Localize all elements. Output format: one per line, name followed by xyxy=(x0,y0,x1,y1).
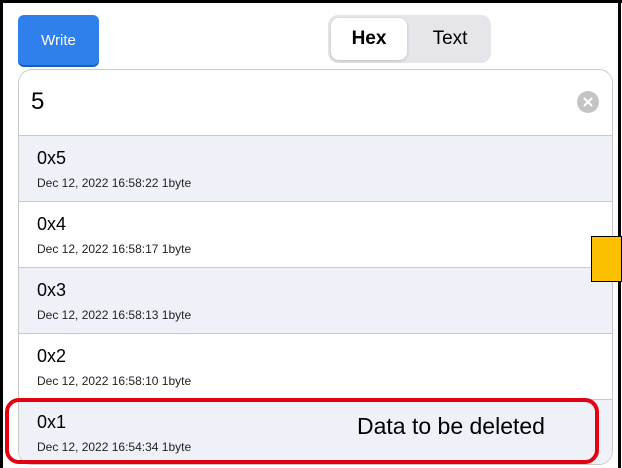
list-item-value: 0x2 xyxy=(37,346,67,366)
screenshot-frame-top xyxy=(0,0,622,3)
screenshot-frame-left xyxy=(0,0,3,468)
side-marker xyxy=(591,236,622,282)
segment-text[interactable]: Text xyxy=(412,18,488,60)
list-item-meta: Dec 12, 2022 16:58:13 1byte xyxy=(37,308,192,322)
segment-hex[interactable]: Hex xyxy=(331,18,407,60)
list-item[interactable]: 0x2 Dec 12, 2022 16:58:10 1byte xyxy=(19,334,612,400)
clear-icon[interactable] xyxy=(577,91,599,113)
list-item-meta: Dec 12, 2022 16:58:17 1byte xyxy=(37,242,192,256)
list-item-value: 0x5 xyxy=(37,148,67,168)
list-item-value: 0x3 xyxy=(37,280,67,300)
list-item[interactable]: 0x3 Dec 12, 2022 16:58:13 1byte xyxy=(19,268,612,334)
search-input[interactable]: 5 xyxy=(31,88,44,116)
mode-segmented-control: Hex Text xyxy=(328,15,491,63)
list-item-value: 0x4 xyxy=(37,214,67,234)
list-item[interactable]: 0x5 Dec 12, 2022 16:58:22 1byte xyxy=(19,136,612,202)
write-button[interactable]: Write xyxy=(18,15,99,65)
search-field[interactable]: 5 xyxy=(19,70,612,136)
list-item[interactable]: 0x4 Dec 12, 2022 16:58:17 1byte xyxy=(19,202,612,268)
list-item-meta: Dec 12, 2022 16:58:10 1byte xyxy=(37,374,192,388)
list-item-meta: Dec 12, 2022 16:58:22 1byte xyxy=(37,176,192,190)
screenshot-frame-right xyxy=(618,0,621,468)
x-mark-icon xyxy=(583,97,593,107)
annotation-label: Data to be deleted xyxy=(357,413,545,439)
